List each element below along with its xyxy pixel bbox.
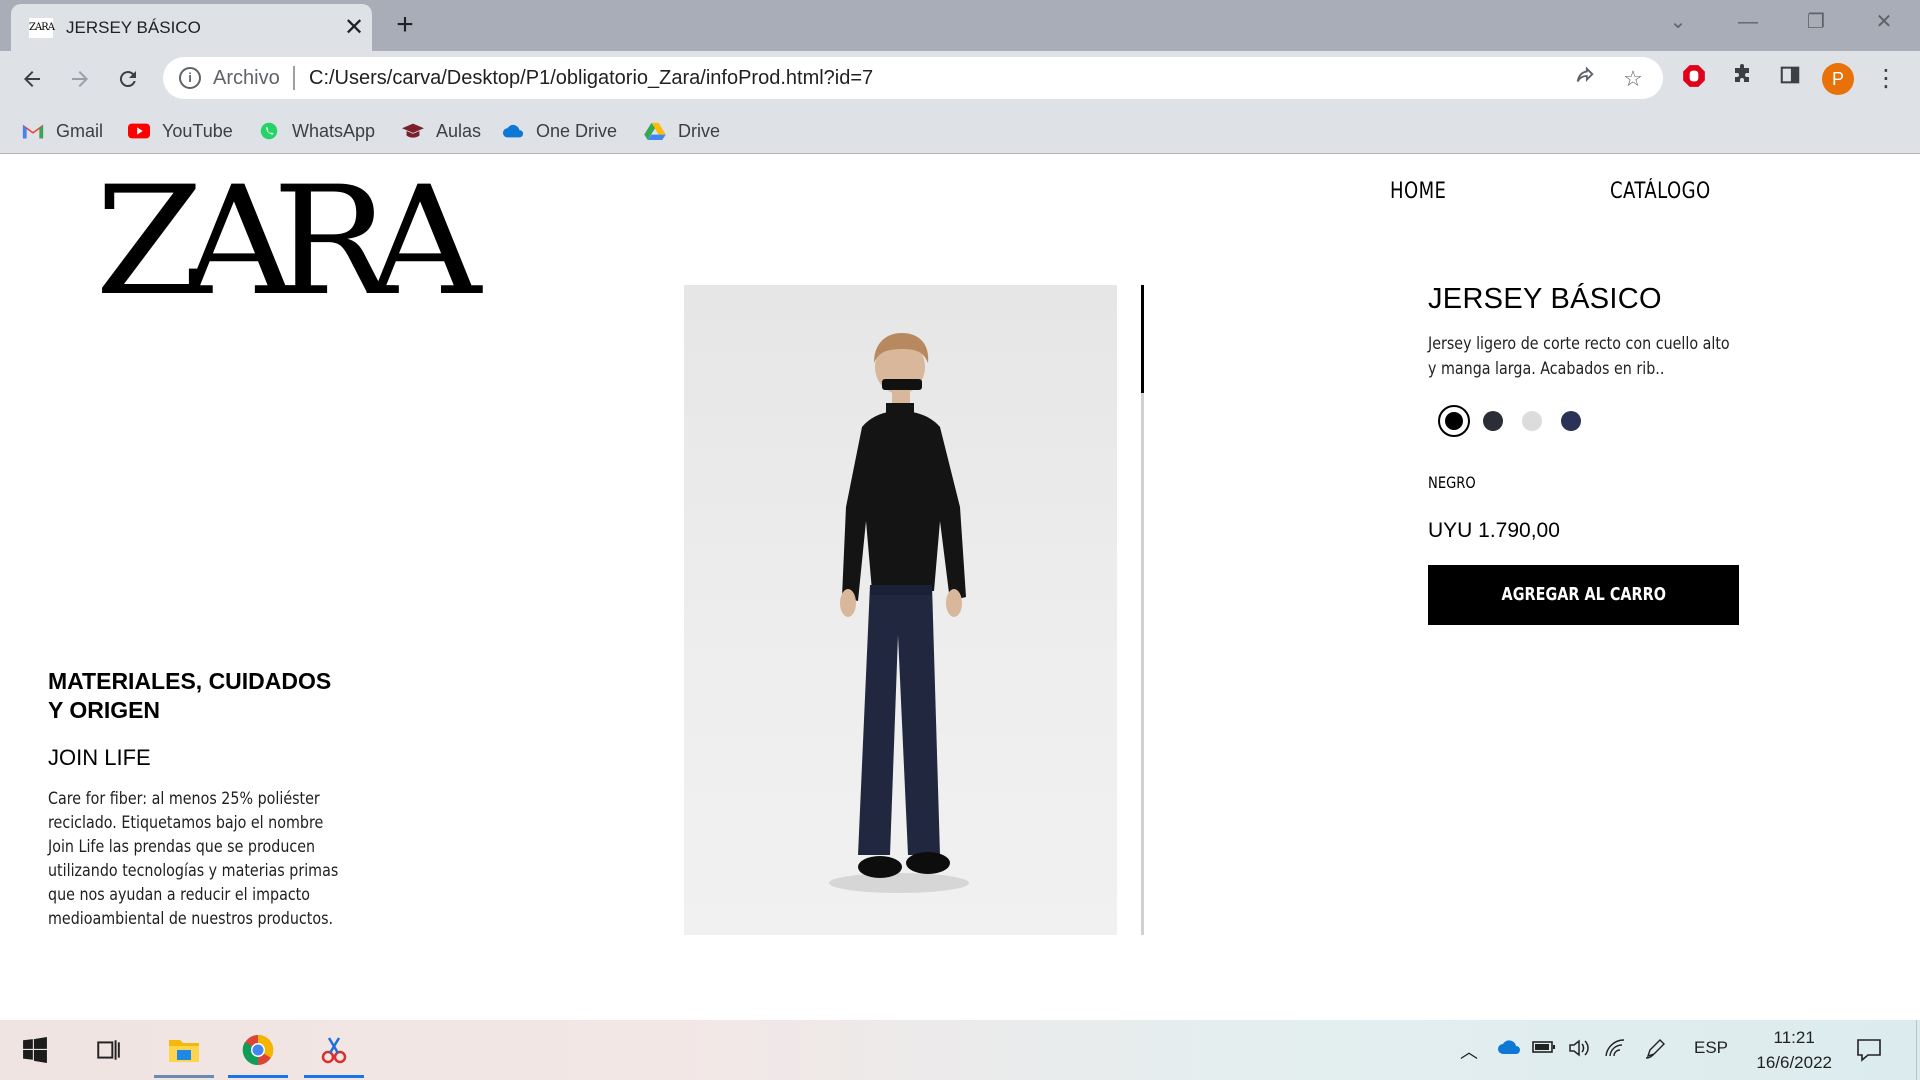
bookmark-onedrive[interactable]: One Drive	[502, 118, 617, 144]
share-icon[interactable]	[1571, 65, 1599, 93]
url-scheme-label: Archivo	[213, 67, 280, 89]
windows-start-icon[interactable]	[15, 1030, 55, 1070]
onedrive-tray-icon[interactable]	[1496, 1038, 1522, 1061]
bookmark-label: One Drive	[536, 120, 618, 141]
product-image	[684, 285, 1117, 935]
add-to-cart-button[interactable]: AGREGAR AL CARRO	[1428, 565, 1739, 625]
bookmarks-bar: Gmail YouTube WhatsApp Aulas One Drive D…	[0, 106, 1920, 154]
materials-title: MATERIALES, CUIDADOS Y ORIGEN	[48, 668, 332, 723]
bookmark-gmail[interactable]: Gmail	[22, 118, 103, 144]
close-window-button[interactable]: ✕	[1864, 6, 1904, 38]
tab-search-icon[interactable]: ⌄	[1658, 6, 1698, 38]
bookmark-whatsapp[interactable]: WhatsApp	[258, 118, 375, 144]
clock-date: 16/6/2022	[1756, 1053, 1832, 1072]
product-title: JERSEY BÁSICO	[1428, 283, 1662, 315]
product-page: ZARA HOME CATÁLOGO MATERIALES, CUIDADOS …	[0, 155, 1920, 1020]
color-swatch-selected[interactable]	[1438, 405, 1470, 437]
bookmark-drive[interactable]: Drive	[644, 118, 720, 144]
model-photo-illustration	[829, 333, 969, 893]
show-desktop-button[interactable]	[1916, 1020, 1920, 1080]
add-to-cart-label: AGREGAR AL CARRO	[1501, 584, 1666, 605]
back-button[interactable]	[14, 61, 50, 97]
extensions-puzzle-icon[interactable]	[1726, 63, 1758, 95]
chrome-running-indicator	[228, 1075, 288, 1078]
bookmark-star-icon[interactable]: ☆	[1619, 65, 1647, 93]
show-hidden-icons-chevron-icon[interactable]: ︿	[1460, 1038, 1478, 1064]
color-swatch[interactable]	[1561, 411, 1581, 431]
url-text[interactable]: C:/Users/carva/Desktop/P1/obligatorio_Za…	[309, 67, 873, 90]
graduation-cap-icon	[402, 123, 424, 138]
pen-icon[interactable]	[1644, 1038, 1666, 1065]
tab-close-icon[interactable]: ✕	[339, 13, 369, 43]
explorer-running-indicator	[154, 1075, 214, 1078]
bookmark-label: Drive	[678, 120, 721, 141]
restore-button[interactable]: ❐	[1796, 6, 1836, 38]
zara-logo[interactable]: ZARA	[95, 167, 481, 317]
bookmark-label: Aulas	[436, 120, 482, 141]
taskbar-clock[interactable]: 11:21 16/6/2022	[1756, 1025, 1832, 1075]
selected-color-name: NEGRO	[1428, 473, 1476, 492]
zara-favicon-icon: ZARA	[29, 18, 55, 38]
color-swatch[interactable]	[1522, 411, 1542, 431]
image-scroll-thumb[interactable]	[1141, 285, 1144, 393]
task-view-icon[interactable]	[88, 1030, 128, 1070]
browser-tab-strip: ZARA JERSEY BÁSICO ✕ + ⌄ — ❐ ✕	[0, 0, 1920, 51]
whatsapp-icon	[260, 122, 278, 140]
product-price: UYU 1.790,00	[1428, 519, 1560, 542]
bookmark-label: WhatsApp	[292, 120, 376, 141]
color-swatch[interactable]	[1483, 411, 1503, 431]
youtube-icon	[128, 123, 150, 139]
language-indicator[interactable]: ESP	[1694, 1038, 1728, 1058]
materials-section: MATERIALES, CUIDADOS Y ORIGEN JOIN LIFE …	[48, 667, 348, 931]
reload-button[interactable]	[110, 61, 146, 97]
bookmark-label: Gmail	[56, 120, 104, 141]
side-panel-icon[interactable]	[1774, 63, 1806, 95]
battery-icon[interactable]	[1532, 1038, 1556, 1061]
product-description: Jersey ligero de corte recto con cuello …	[1428, 334, 1730, 379]
new-tab-button[interactable]: +	[388, 8, 422, 42]
address-bar[interactable]: i Archivo C:/Users/carva/Desktop/P1/obli…	[163, 57, 1663, 99]
browser-toolbar: i Archivo C:/Users/carva/Desktop/P1/obli…	[0, 51, 1920, 106]
forward-button[interactable]	[62, 61, 98, 97]
gmail-icon	[22, 124, 44, 139]
minimize-button[interactable]: —	[1728, 6, 1768, 38]
materials-body: Care for fiber: al menos 25% poliéster r…	[48, 789, 339, 929]
notifications-icon[interactable]	[1856, 1038, 1882, 1067]
google-drive-icon	[644, 122, 666, 140]
product-info-panel: JERSEY BÁSICO Jersey ligero de corte rec…	[1428, 283, 1748, 625]
volume-icon[interactable]	[1568, 1038, 1592, 1063]
url-separator	[293, 66, 295, 90]
profile-avatar[interactable]: P	[1822, 63, 1854, 95]
snipping-tool-icon[interactable]	[314, 1030, 354, 1070]
browser-tab-active[interactable]: ZARA JERSEY BÁSICO ✕	[11, 4, 372, 51]
info-icon[interactable]: i	[179, 67, 201, 89]
menu-kebab-icon[interactable]: ⋮	[1870, 63, 1902, 95]
materials-subtitle: JOIN LIFE	[48, 745, 151, 770]
nav-catalog-link[interactable]: CATÁLOGO	[1610, 179, 1711, 204]
wifi-icon[interactable]	[1604, 1038, 1626, 1063]
adblock-extension-icon[interactable]	[1678, 63, 1710, 95]
forward-arrow-icon	[72, 71, 88, 87]
snipping-running-indicator	[304, 1075, 364, 1078]
back-arrow-icon	[24, 71, 40, 87]
nav-home-link[interactable]: HOME	[1390, 179, 1446, 204]
onedrive-cloud-icon	[502, 124, 524, 138]
reload-icon	[119, 71, 136, 88]
clock-time: 11:21	[1773, 1028, 1815, 1047]
swatch-dot	[1445, 412, 1463, 430]
bookmark-aulas[interactable]: Aulas	[402, 118, 481, 144]
chrome-icon[interactable]	[238, 1030, 278, 1070]
bookmark-youtube[interactable]: YouTube	[128, 118, 233, 144]
file-explorer-icon[interactable]	[164, 1030, 204, 1070]
bookmark-label: YouTube	[162, 120, 233, 141]
tab-title: JERSEY BÁSICO	[66, 18, 201, 37]
windows-taskbar: ︿ ESP 11:21 16/6/2022	[0, 1020, 1920, 1080]
